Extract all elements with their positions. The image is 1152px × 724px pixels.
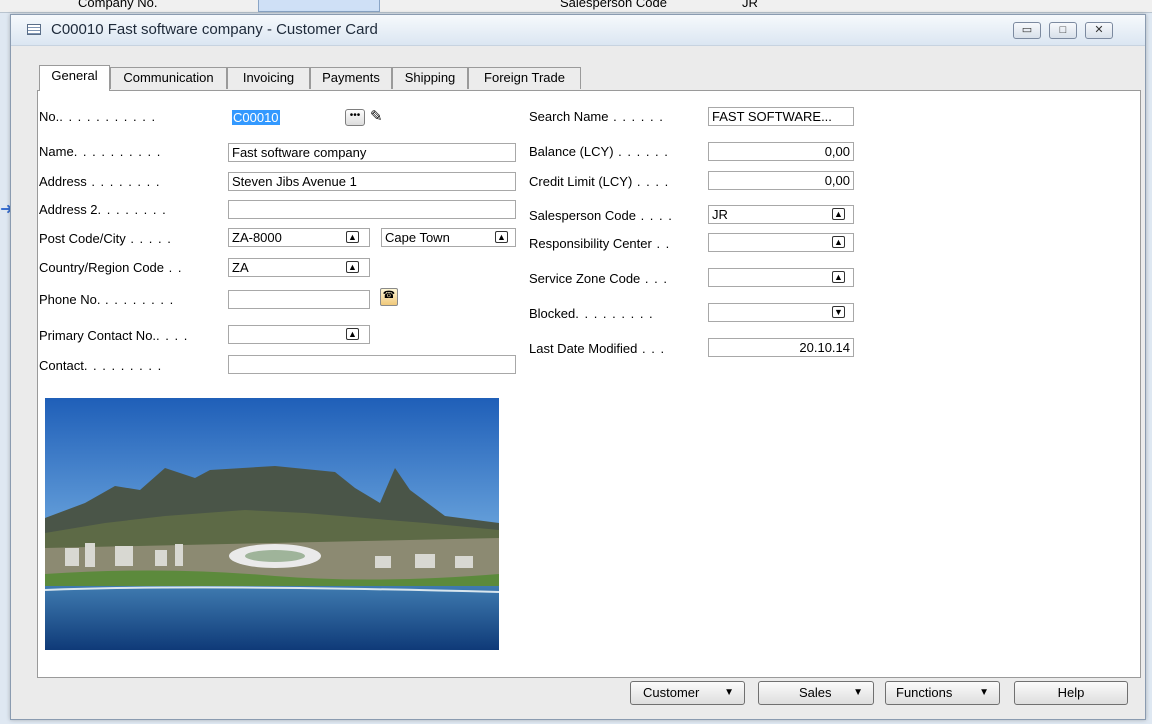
minimize-button[interactable]: ▭ bbox=[1013, 22, 1041, 39]
country-lookup-icon[interactable]: ▲ bbox=[346, 261, 359, 273]
no-field[interactable]: C00010 bbox=[228, 108, 344, 127]
background-label-right: Salesperson Code bbox=[560, 0, 667, 10]
phone-dial-icon[interactable]: ☎ bbox=[380, 288, 398, 306]
post-code-lookup-icon[interactable]: ▲ bbox=[346, 231, 359, 243]
address-field[interactable]: Steven Jibs Avenue 1 bbox=[228, 172, 516, 191]
label-salesperson: Salesperson Code . . . . bbox=[529, 208, 673, 223]
balance-field[interactable]: 0,00 bbox=[708, 142, 854, 161]
search-name-field[interactable]: FAST SOFTWARE... bbox=[708, 107, 854, 126]
label-country-region: Country/Region Code . . bbox=[39, 260, 183, 275]
dropdown-icon[interactable]: ▼ bbox=[832, 306, 845, 318]
background-field-left bbox=[258, 0, 380, 12]
help-button[interactable]: Help bbox=[1014, 681, 1128, 705]
label-credit-limit: Credit Limit (LCY) . . . . bbox=[529, 174, 670, 189]
customer-card-window: C00010 Fast software company - Customer … bbox=[10, 14, 1146, 720]
contact-field[interactable] bbox=[228, 355, 516, 374]
label-no: No.. . . . . . . . . . . bbox=[39, 109, 157, 124]
sales-menu-label: Sales bbox=[799, 685, 832, 700]
last-date-modified-field[interactable]: 20.10.14 bbox=[708, 338, 854, 357]
chevron-down-icon: ▼ bbox=[724, 687, 734, 698]
pencil-icon[interactable]: ✎ bbox=[370, 107, 383, 125]
responsibility-lookup-icon[interactable]: ▲ bbox=[832, 236, 845, 248]
label-contact: Contact. . . . . . . . . bbox=[39, 358, 163, 373]
tab-communication[interactable]: Communication bbox=[110, 67, 227, 89]
label-service-zone: Service Zone Code . . . bbox=[529, 271, 668, 286]
city-lookup-icon[interactable]: ▲ bbox=[495, 231, 508, 243]
label-address-2: Address 2. . . . . . . . bbox=[39, 202, 167, 217]
label-responsibility-center: Responsibility Center . . bbox=[529, 236, 671, 251]
close-button[interactable]: ✕ bbox=[1085, 22, 1113, 39]
service-zone-lookup-icon[interactable]: ▲ bbox=[832, 271, 845, 283]
window-title: C00010 Fast software company - Customer … bbox=[51, 21, 378, 38]
tab-shipping[interactable]: Shipping bbox=[392, 67, 468, 89]
background-label-left: Company No. bbox=[78, 0, 158, 10]
name-field[interactable]: Fast software company bbox=[228, 143, 516, 162]
label-phone: Phone No. . . . . . . . . bbox=[39, 292, 175, 307]
label-primary-contact: Primary Contact No.. . . . bbox=[39, 328, 189, 343]
background-value-right: JR bbox=[742, 0, 758, 10]
card-form-icon bbox=[27, 24, 41, 35]
phone-field[interactable] bbox=[228, 290, 370, 309]
tab-general[interactable]: General bbox=[39, 65, 110, 91]
salesperson-lookup-icon[interactable]: ▲ bbox=[832, 208, 845, 220]
label-address: Address . . . . . . . . bbox=[39, 174, 161, 189]
label-blocked: Blocked. . . . . . . . . bbox=[529, 306, 654, 321]
background-window: Company No. Salesperson Code JR bbox=[0, 0, 1152, 13]
chevron-down-icon: ▼ bbox=[979, 687, 989, 698]
city-landscape-image bbox=[45, 398, 499, 650]
label-post-code-city: Post Code/City . . . . . bbox=[39, 231, 172, 246]
label-balance: Balance (LCY) . . . . . . bbox=[529, 144, 669, 159]
label-name: Name. . . . . . . . . . bbox=[39, 144, 162, 159]
maximize-button[interactable]: □ bbox=[1049, 22, 1077, 39]
primary-contact-lookup-icon[interactable]: ▲ bbox=[346, 328, 359, 340]
ellipsis-icon[interactable]: ••• bbox=[345, 109, 365, 126]
tab-invoicing[interactable]: Invoicing bbox=[227, 67, 310, 89]
tab-payments[interactable]: Payments bbox=[310, 67, 392, 89]
title-bar[interactable]: C00010 Fast software company - Customer … bbox=[11, 15, 1145, 46]
customer-menu-label: Customer bbox=[643, 685, 700, 700]
label-search-name: Search Name . . . . . . bbox=[529, 109, 664, 124]
chevron-down-icon: ▼ bbox=[853, 687, 863, 698]
credit-limit-field[interactable]: 0,00 bbox=[708, 171, 854, 190]
address-2-field[interactable] bbox=[228, 200, 516, 219]
functions-menu-label: Functions bbox=[896, 685, 953, 700]
customer-picture bbox=[45, 398, 499, 650]
label-last-date-modified: Last Date Modified . . . bbox=[529, 341, 666, 356]
functions-menu-button[interactable]: Functions ▼ bbox=[885, 681, 1000, 705]
tab-foreign-trade[interactable]: Foreign Trade bbox=[468, 67, 581, 89]
customer-menu-button[interactable]: Customer ▼ bbox=[630, 681, 745, 705]
sales-menu-button[interactable]: Sales ▼ bbox=[758, 681, 874, 705]
no-value: C00010 bbox=[232, 110, 280, 125]
